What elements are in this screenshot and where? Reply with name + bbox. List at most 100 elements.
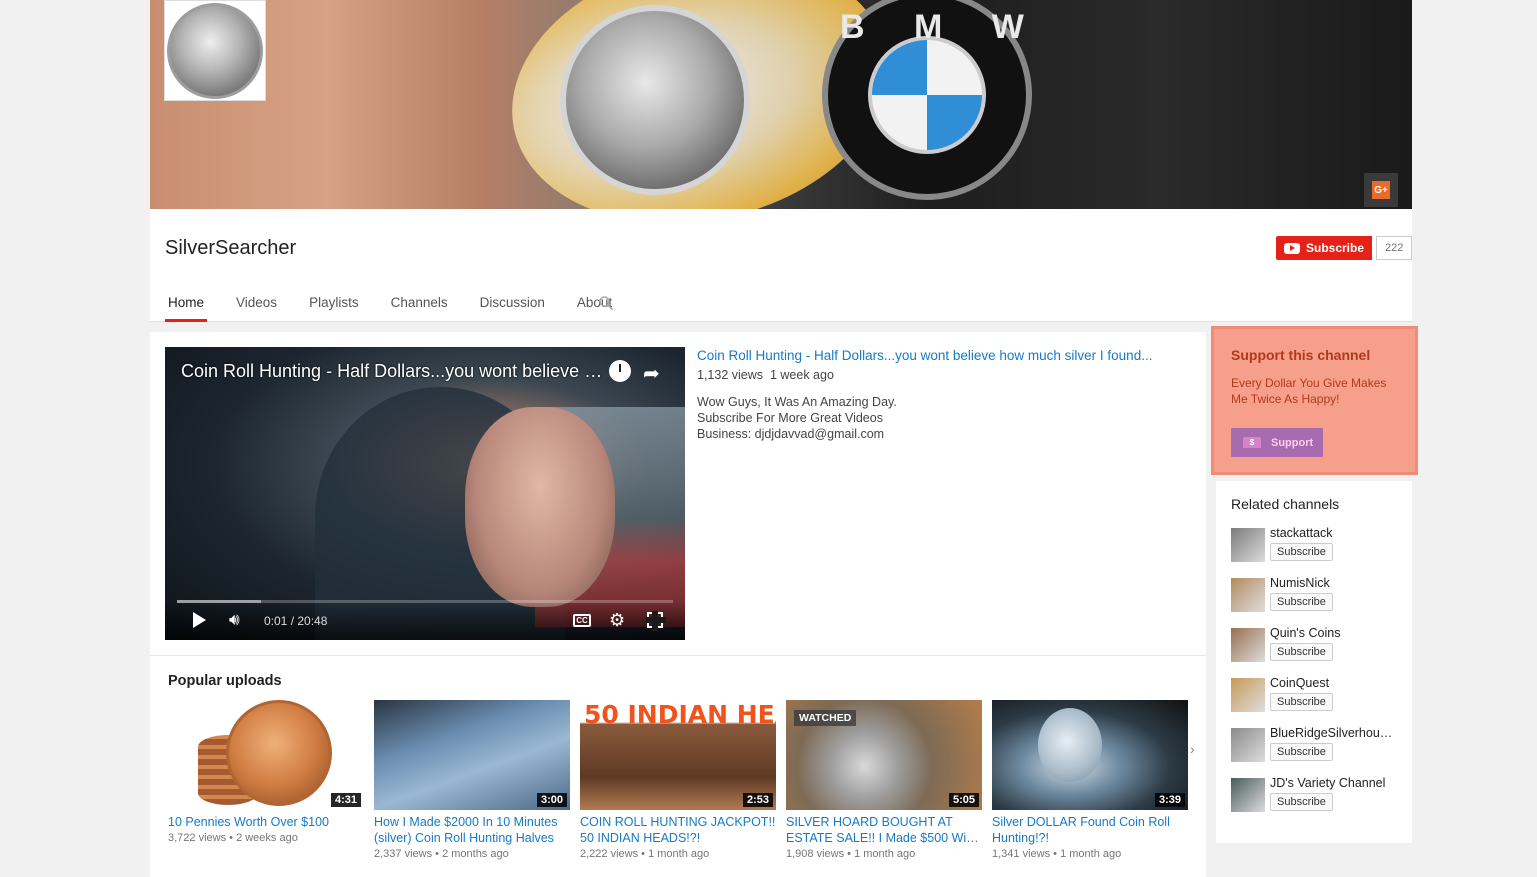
featured-title[interactable]: Coin Roll Hunting - Half Dollars...you w…	[697, 348, 1187, 363]
duration-badge: 3:00	[536, 793, 567, 807]
tab-discussion[interactable]: Discussion	[477, 295, 548, 322]
related-channel: JD's Variety Channel Subscribe	[1231, 776, 1397, 826]
subscribe-button[interactable]: Subscribe	[1270, 543, 1333, 561]
related-channel-list: stackattack Subscribe NumisNick Subscribe …	[1231, 526, 1397, 826]
related-channel: stackattack Subscribe	[1231, 526, 1397, 576]
tab-playlists[interactable]: Playlists	[306, 295, 362, 322]
channel-tabs: Home Videos Playlists Channels Discussio…	[165, 295, 641, 322]
subscribe-button[interactable]: Subscribe	[1270, 593, 1333, 611]
channel-name[interactable]: SilverSearcher	[165, 237, 296, 260]
video-title[interactable]: SILVER HOARD BOUGHT AT ESTATE SALE!! I M…	[786, 814, 982, 846]
featured-description: Wow Guys, It Was An Amazing Day. Subscri…	[697, 395, 897, 441]
video-meta: 1,341 views • 1 month ago	[992, 848, 1122, 860]
share-icon[interactable]: ➦	[643, 361, 660, 386]
video-meta: 3,722 views • 2 weeks ago	[168, 832, 298, 844]
related-channels-title: Related channels	[1231, 496, 1340, 512]
avatar[interactable]	[1231, 678, 1265, 712]
video-title[interactable]: 10 Pennies Worth Over $100	[168, 814, 364, 830]
main-content: Coin Roll Hunting - Half Dollars...you w…	[150, 332, 1206, 877]
support-panel: Support this channel Every Dollar You Gi…	[1211, 326, 1418, 475]
popular-uploads-title[interactable]: Popular uploads	[168, 673, 282, 689]
related-channels: Related channels stackattack Subscribe Nu…	[1216, 481, 1412, 843]
subscribe-button[interactable]: Subscribe	[1270, 643, 1333, 661]
subscribe-button[interactable]: Subscribe	[1270, 693, 1333, 711]
chevron-right-icon[interactable]: ›	[1190, 741, 1195, 757]
video-meta: 1,908 views • 1 month ago	[786, 848, 916, 860]
tab-videos[interactable]: Videos	[233, 295, 280, 322]
video-player[interactable]: Coin Roll Hunting - Half Dollars...you w…	[165, 347, 685, 640]
subscriber-count: 222	[1376, 236, 1413, 260]
banner-logo-text: B M W	[840, 8, 1044, 46]
play-icon[interactable]	[193, 612, 206, 628]
avatar[interactable]	[1231, 778, 1265, 812]
time-display: 0:01 / 20:48	[264, 614, 328, 628]
video-thumbnail[interactable]: 50 INDIAN HEADS 2:53	[580, 700, 776, 810]
avatar-image	[167, 3, 263, 99]
featured-info: Coin Roll Hunting - Half Dollars...you w…	[697, 348, 1187, 442]
google-plus-link[interactable]: G+	[1364, 173, 1398, 207]
related-channel: BlueRidgeSilverhou… Subscribe	[1231, 726, 1397, 776]
related-channel-name[interactable]: NumisNick	[1270, 576, 1396, 590]
video-card[interactable]: 50 INDIAN HEADS 2:53 COIN ROLL HUNTING JA…	[580, 700, 776, 860]
related-channel: Quin's Coins Subscribe	[1231, 626, 1397, 676]
channel-header: SilverSearcher Subscribe 222 Home Videos…	[150, 209, 1413, 322]
video-thumbnail[interactable]: WATCHED 5:05	[786, 700, 982, 810]
subscribe-button[interactable]: Subscribe	[1276, 236, 1373, 260]
fullscreen-icon[interactable]	[646, 611, 666, 631]
avatar[interactable]	[1231, 578, 1265, 612]
subscribe-button[interactable]: Subscribe	[1270, 793, 1333, 811]
video-meta: 2,337 views • 2 months ago	[374, 848, 509, 860]
player-title[interactable]: Coin Roll Hunting - Half Dollars...you w…	[181, 361, 606, 382]
duration-badge: 3:39	[1154, 793, 1185, 807]
walking-liberty-coin-image	[560, 5, 750, 195]
video-thumbnail[interactable]: 3:00	[374, 700, 570, 810]
video-card[interactable]: WATCHED 5:05 SILVER HOARD BOUGHT AT ESTAT…	[786, 700, 982, 860]
support-title: Support this channel	[1231, 347, 1371, 363]
subscribe-widget: Subscribe 222	[1276, 236, 1413, 260]
video-thumbnail[interactable]: 3:39	[992, 700, 1188, 810]
duration-badge: 4:31	[330, 793, 361, 807]
avatar[interactable]	[1231, 528, 1265, 562]
support-text: Every Dollar You Give Makes Me Twice As …	[1231, 376, 1387, 406]
related-channel-name[interactable]: JD's Variety Channel	[1270, 776, 1396, 790]
related-channel-name[interactable]: stackattack	[1270, 526, 1396, 540]
channel-banner: B M W G+	[150, 0, 1412, 209]
search-icon[interactable]	[598, 295, 614, 311]
video-meta: 2,222 views • 1 month ago	[580, 848, 710, 860]
youtube-icon	[1284, 242, 1300, 254]
channel-avatar[interactable]	[164, 0, 266, 101]
tab-channels[interactable]: Channels	[388, 295, 451, 322]
volume-icon[interactable]: 🔊︎	[229, 610, 240, 630]
watch-later-icon[interactable]	[609, 360, 631, 382]
duration-badge: 2:53	[742, 793, 773, 807]
progress-bar[interactable]	[177, 600, 673, 603]
watched-badge: WATCHED	[794, 710, 857, 726]
video-card[interactable]: 4:31 10 Pennies Worth Over $100 3,722 vi…	[168, 700, 364, 860]
google-plus-icon: G+	[1372, 181, 1390, 199]
video-title[interactable]: Silver DOLLAR Found Coin Roll Hunting!?!	[992, 814, 1188, 846]
player-controls: 🔊︎ 0:01 / 20:48 CC ⚙	[165, 600, 685, 640]
related-channel: CoinQuest Subscribe	[1231, 676, 1397, 726]
duration-badge: 5:05	[948, 793, 979, 807]
related-channel-name[interactable]: Quin's Coins	[1270, 626, 1396, 640]
popular-uploads-shelf: 4:31 10 Pennies Worth Over $100 3,722 vi…	[168, 700, 1198, 860]
settings-icon[interactable]: ⚙	[609, 610, 625, 631]
thumbnail-text: 50 INDIAN HEADS	[584, 700, 776, 729]
related-channel: NumisNick Subscribe	[1231, 576, 1397, 626]
captions-icon[interactable]: CC	[573, 614, 591, 627]
video-title[interactable]: COIN ROLL HUNTING JACKPOT!! 50 INDIAN HE…	[580, 814, 776, 846]
subscribe-button[interactable]: Subscribe	[1270, 743, 1333, 761]
tab-home[interactable]: Home	[165, 295, 208, 322]
avatar[interactable]	[1231, 728, 1265, 762]
video-title[interactable]: How I Made $2000 In 10 Minutes (silver) …	[374, 814, 570, 846]
video-thumbnail[interactable]: 4:31	[168, 700, 364, 810]
related-channel-name[interactable]: BlueRidgeSilverhou…	[1270, 726, 1396, 740]
video-card[interactable]: 3:39 Silver DOLLAR Found Coin Roll Hunti…	[992, 700, 1188, 860]
section-divider	[150, 655, 1206, 656]
avatar[interactable]	[1231, 628, 1265, 662]
dollar-icon: $	[1243, 437, 1261, 448]
support-button[interactable]: $ Support	[1231, 428, 1323, 457]
video-card[interactable]: 3:00 How I Made $2000 In 10 Minutes (sil…	[374, 700, 570, 860]
featured-meta: 1,132 views 1 week ago	[697, 368, 834, 382]
related-channel-name[interactable]: CoinQuest	[1270, 676, 1396, 690]
